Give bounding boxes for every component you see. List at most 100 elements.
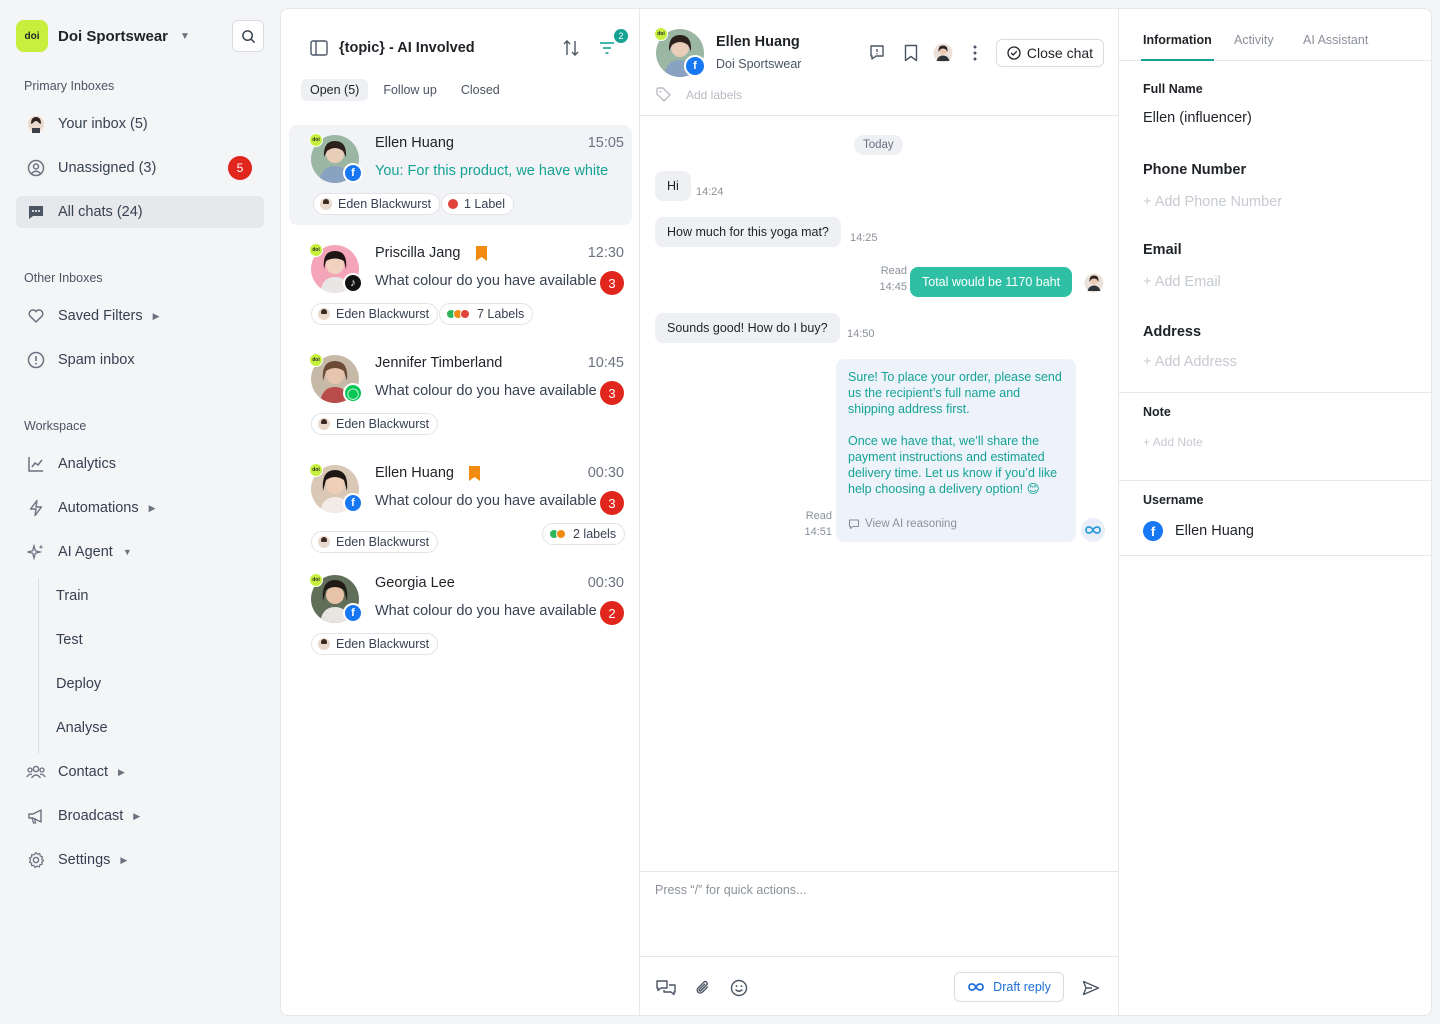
tab-closed[interactable]: Closed (452, 79, 509, 101)
label-count: 1 Label (464, 197, 506, 211)
tab-open[interactable]: Open (5) (301, 79, 369, 101)
quick-replies-button[interactable] (655, 977, 677, 999)
emoji-button[interactable] (728, 977, 750, 999)
conversation-name: Ellen Huang (375, 465, 454, 481)
tiktok-icon: ♪ (343, 273, 363, 293)
assignee-button[interactable] (932, 42, 954, 64)
nav-ai-deploy[interactable]: Deploy (56, 676, 101, 692)
add-email-button[interactable]: + Add Email (1143, 274, 1221, 290)
message-composer: Press “/” for quick actions... Draft rep… (640, 871, 1118, 1015)
add-phone-button[interactable]: + Add Phone Number (1143, 194, 1282, 210)
note-label: Note (1143, 405, 1171, 419)
conversation-item[interactable]: doi ♪ Priscilla Jang 12:30 What colour d… (289, 235, 632, 335)
megaphone-icon (26, 806, 46, 826)
nav-unassigned[interactable]: Unassigned (3) 5 (16, 152, 264, 184)
add-labels-button[interactable]: Add labels (656, 87, 742, 103)
filter-icon[interactable] (599, 41, 615, 55)
check-circle-icon (1007, 46, 1021, 60)
draft-reply-button[interactable]: Draft reply (954, 972, 1064, 1002)
search-button[interactable] (232, 20, 264, 52)
conversation-time: 00:30 (587, 575, 624, 591)
nav-all-chats[interactable]: All chats (24) (16, 196, 264, 228)
message-time: 14:45 (879, 281, 907, 293)
brand-logo: doi (16, 20, 48, 52)
assignee-chip[interactable]: Eden Blackwurst (313, 193, 441, 215)
assignee-chip[interactable]: Eden Blackwurst (311, 633, 439, 655)
conversation-item[interactable]: doi ◯ Jennifer Timberland 10:45 What col… (289, 345, 632, 445)
bookmark-button[interactable] (900, 42, 922, 64)
label-chip[interactable]: 2 labels (542, 523, 626, 545)
nav-ai-agent-label: AI Agent (58, 544, 113, 560)
message-read-status: Read (880, 265, 907, 277)
assignee-chip[interactable]: Eden Blackwurst (311, 413, 439, 435)
nav-automations[interactable]: Automations ▶ (16, 492, 264, 524)
label-chip[interactable]: 1 Label (441, 193, 515, 215)
nav-ai-analyse[interactable]: Analyse (56, 720, 108, 736)
conversation-name: Priscilla Jang (375, 245, 461, 261)
message-input[interactable]: Press “/” for quick actions... (655, 883, 806, 897)
tab-activity[interactable]: Activity (1234, 33, 1274, 47)
tab-information[interactable]: Information (1141, 33, 1214, 61)
chart-line-icon (26, 454, 46, 474)
ai-outgoing-message: Sure! To place your order, please send u… (836, 359, 1076, 542)
add-address-button[interactable]: + Add Address (1143, 354, 1237, 370)
unassigned-count-badge: 5 (228, 156, 252, 180)
filter-count-badge: 2 (614, 29, 628, 43)
username-label: Username (1143, 493, 1204, 507)
caret-down-icon: ▼ (122, 547, 132, 557)
full-name-value[interactable]: Ellen (influencer) (1143, 110, 1252, 126)
tab-ai-assistant[interactable]: AI Assistant (1303, 33, 1368, 47)
message-time: 14:50 (847, 328, 875, 340)
view-ai-reasoning-link[interactable]: View AI reasoning (848, 516, 957, 532)
nav-spam-inbox[interactable]: Spam inbox (16, 344, 264, 376)
address-label: Address (1143, 324, 1202, 340)
label-chip[interactable]: 7 Labels (439, 303, 534, 325)
ai-message-status: Read 14:51 (798, 508, 832, 540)
more-options-button[interactable] (964, 42, 986, 64)
label-count: 7 Labels (477, 307, 525, 321)
workspace-switcher[interactable]: doi Doi Sportswear ▼ (16, 20, 190, 52)
infinity-icon (968, 983, 985, 991)
nav-ai-train[interactable]: Train (56, 588, 89, 604)
alert-circle-icon (26, 350, 46, 370)
nav-saved-filters[interactable]: Saved Filters ▶ (16, 300, 264, 332)
caret-right-icon: ▶ (152, 310, 160, 321)
label-color-dots (446, 309, 470, 319)
incoming-message: Sounds good! How do I buy? (655, 313, 840, 343)
agent-avatar-icon (318, 536, 330, 548)
line-icon: ◯ (343, 383, 363, 403)
attach-button[interactable] (692, 977, 714, 999)
nav-ai-agent[interactable]: AI Agent ▼ (16, 536, 264, 568)
label-color-dots (549, 529, 566, 539)
nav-ai-test[interactable]: Test (56, 632, 83, 648)
phone-label: Phone Number (1143, 162, 1247, 178)
send-icon (1082, 980, 1100, 996)
conversation-item[interactable]: doi f Georgia Lee 00:30 What colour do y… (289, 565, 632, 665)
tab-follow-up[interactable]: Follow up (374, 79, 446, 101)
conversation-item[interactable]: doi f Ellen Huang 15:05 You: For this pr… (289, 125, 632, 225)
panel-toggle-icon[interactable] (310, 40, 328, 56)
username-row: f Ellen Huang (1143, 521, 1254, 541)
assignee-chip[interactable]: Eden Blackwurst (311, 303, 439, 325)
more-vertical-icon (973, 45, 977, 61)
chevron-down-icon: ▼ (180, 30, 190, 42)
ai-agent-badge-icon: doi (309, 573, 323, 587)
nav-analytics[interactable]: Analytics (16, 448, 264, 480)
conversation-time: 00:30 (587, 465, 624, 481)
conversation-list-panel: {topic} - AI Involved 2 Open (5) Follow … (280, 8, 640, 1016)
nav-settings[interactable]: Settings ▶ (16, 844, 264, 876)
nav-saved-filters-label: Saved Filters (58, 308, 143, 324)
conversation-item[interactable]: doi f Ellen Huang 00:30 What colour do y… (289, 455, 632, 555)
message-alert-button[interactable] (868, 42, 890, 64)
sort-icon[interactable] (562, 39, 580, 57)
send-button[interactable] (1080, 977, 1102, 999)
assignee-chip[interactable]: Eden Blackwurst (311, 531, 439, 553)
nav-your-inbox[interactable]: Your inbox (5) (16, 108, 264, 140)
close-chat-button[interactable]: Close chat (996, 39, 1104, 67)
nav-contact[interactable]: Contact ▶ (16, 756, 264, 788)
email-label: Email (1143, 242, 1182, 258)
draft-reply-label: Draft reply (993, 980, 1051, 994)
conversation-preview: What colour do you have available (375, 273, 597, 289)
add-note-button[interactable]: + Add Note (1143, 435, 1203, 449)
nav-broadcast[interactable]: Broadcast ▶ (16, 800, 264, 832)
